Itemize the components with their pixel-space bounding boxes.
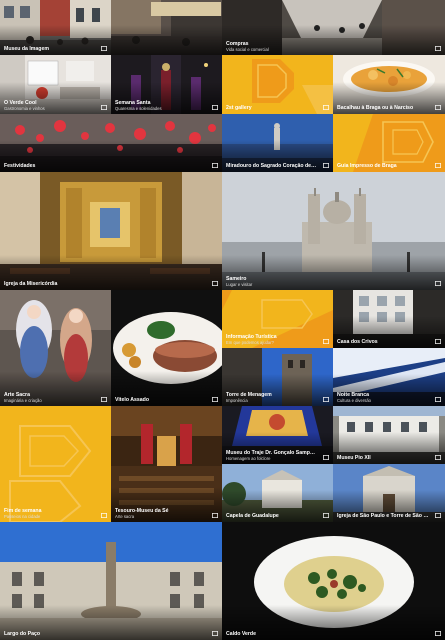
gallery-icon: [435, 631, 441, 636]
tile-capela-de-guadalupe[interactable]: Capela de Guadalupe: [222, 464, 333, 522]
gallery-icon: [212, 397, 218, 402]
gallery-icon: [435, 455, 441, 460]
tile-subtitle: Cultura e diversão: [337, 398, 371, 403]
tile-subtitle: Homenagem ao folclore: [226, 456, 271, 461]
gallery-icon: [323, 455, 329, 460]
tile-igreja-da-misericordia[interactable]: Igreja da Misericórdia: [0, 172, 222, 290]
tile-semana-santa[interactable]: Semana Santa Quaresma e solenidades: [111, 55, 222, 114]
gallery-icon: [435, 513, 441, 518]
tile-subtitle: Quaresma e solenidades: [115, 106, 162, 111]
tile-tesouro-museu-da-se[interactable]: Tesouro-Museu da Sé Arte sacra: [111, 406, 222, 522]
gallery-icon: [101, 397, 107, 402]
tile-bacalhau[interactable]: Bacalhau à Braga ou à Narciso: [333, 55, 445, 114]
tile-compras[interactable]: Compras Vida social e comercial: [222, 0, 445, 55]
tile-title: Vitelo Assado: [115, 397, 150, 403]
tile-subtitle: Imaginária e criação: [4, 398, 42, 403]
gallery-icon: [323, 339, 329, 344]
gallery-icon: [212, 105, 218, 110]
tile-title: Museu Pio XII: [337, 455, 371, 461]
gallery-icon: [323, 163, 329, 168]
tile-subtitle: Lugar e visitar: [226, 282, 253, 287]
gallery-icon: [323, 397, 329, 402]
tile-subtitle: Vida social e comercial: [226, 47, 269, 52]
gallery-icon: [101, 105, 107, 110]
gallery-icon: [323, 105, 329, 110]
gallery-icon: [323, 513, 329, 518]
tile-title: Igreja da Misericórdia: [4, 281, 58, 287]
tile-arte-sacra[interactable]: Arte Sacra Imaginária e criação: [0, 290, 111, 406]
tile-subtitle: Passeios na cidade: [4, 514, 41, 519]
tile-title: Miradouro do Sagrado Coração de Jesus: [226, 163, 317, 169]
gallery-icon: [101, 513, 107, 518]
gallery-icon: [212, 163, 218, 168]
tile-title: 2st gallery: [226, 105, 252, 111]
tile-museu-pio-xii[interactable]: Museu Pio XII: [333, 406, 445, 464]
tile-largo-do-paco[interactable]: Largo do Paço: [0, 522, 222, 640]
tile-o-verde-cool[interactable]: O Verde Cool Gastronomia e vinhos: [0, 55, 111, 114]
gallery-icon: [435, 339, 441, 344]
brand-pattern: [0, 406, 111, 522]
tile-title: Capela de Guadalupe: [226, 513, 279, 519]
tile-title: Igreja de São Paulo e Torre de São Tiago: [337, 513, 429, 519]
tile-vitelo-assado[interactable]: Vitelo Assado: [111, 290, 222, 406]
tile-title: Museu da Imagem: [4, 46, 49, 52]
gallery-icon: [212, 281, 218, 286]
tile-museu-do-traje[interactable]: Museu do Traje Dr. Gonçalo Sampaio Homena…: [222, 406, 333, 464]
tile-caldo-verde[interactable]: Caldo Verde: [222, 522, 445, 640]
tile-subtitle: Gastronomia e vinhos: [4, 106, 45, 111]
tile-museu-da-imagem[interactable]: Museu da Imagem: [0, 0, 111, 55]
tile-subtitle: Imponência: [226, 398, 248, 403]
gallery-icon: [435, 46, 441, 51]
tile-informacao-turistica[interactable]: Informação Turística Em que podemos ajuda…: [222, 290, 333, 348]
tile-title: Casa dos Crivos: [337, 339, 378, 345]
gallery-icon: [435, 281, 441, 286]
tile-casa-dos-crivos[interactable]: Casa dos Crivos: [333, 290, 445, 348]
tile-guia-impresso[interactable]: Guia Impresso de Braga: [333, 114, 445, 172]
tile-title: Bacalhau à Braga ou à Narciso: [337, 105, 414, 111]
tile-miradouro[interactable]: Miradouro do Sagrado Coração de Jesus: [222, 114, 333, 172]
tile-title: Guia Impresso de Braga: [337, 163, 397, 169]
gallery-icon: [212, 631, 218, 636]
tile-2st-gallery[interactable]: 2st gallery: [222, 55, 333, 114]
gallery-icon: [101, 46, 107, 51]
gallery-icon: [435, 397, 441, 402]
gallery-icon: [435, 105, 441, 110]
tile-subtitle: Em que podemos ajudar?: [226, 340, 274, 345]
tile-street-view-2[interactable]: [111, 0, 222, 55]
gallery-icon: [212, 513, 218, 518]
tile-festividades[interactable]: Festividades: [0, 114, 222, 172]
tile-noite-branca[interactable]: Noite Branca Cultura e diversão: [333, 348, 445, 406]
tile-title: Largo do Paço: [4, 631, 41, 637]
tile-title: Caldo Verde: [226, 631, 256, 637]
tile-igreja-de-sao-paulo[interactable]: Igreja de São Paulo e Torre de São Tiago: [333, 464, 445, 522]
tile-fim-de-semana[interactable]: Fim de semana Passeios na cidade: [0, 406, 111, 522]
tile-subtitle: Arte sacra: [115, 514, 135, 519]
gallery-icon: [435, 163, 441, 168]
tile-torre-de-menagem[interactable]: Torre de Menagem Imponência: [222, 348, 333, 406]
tile-title: Festividades: [4, 163, 36, 169]
tile-sameiro[interactable]: Sameiro Lugar e visitar: [222, 172, 445, 290]
